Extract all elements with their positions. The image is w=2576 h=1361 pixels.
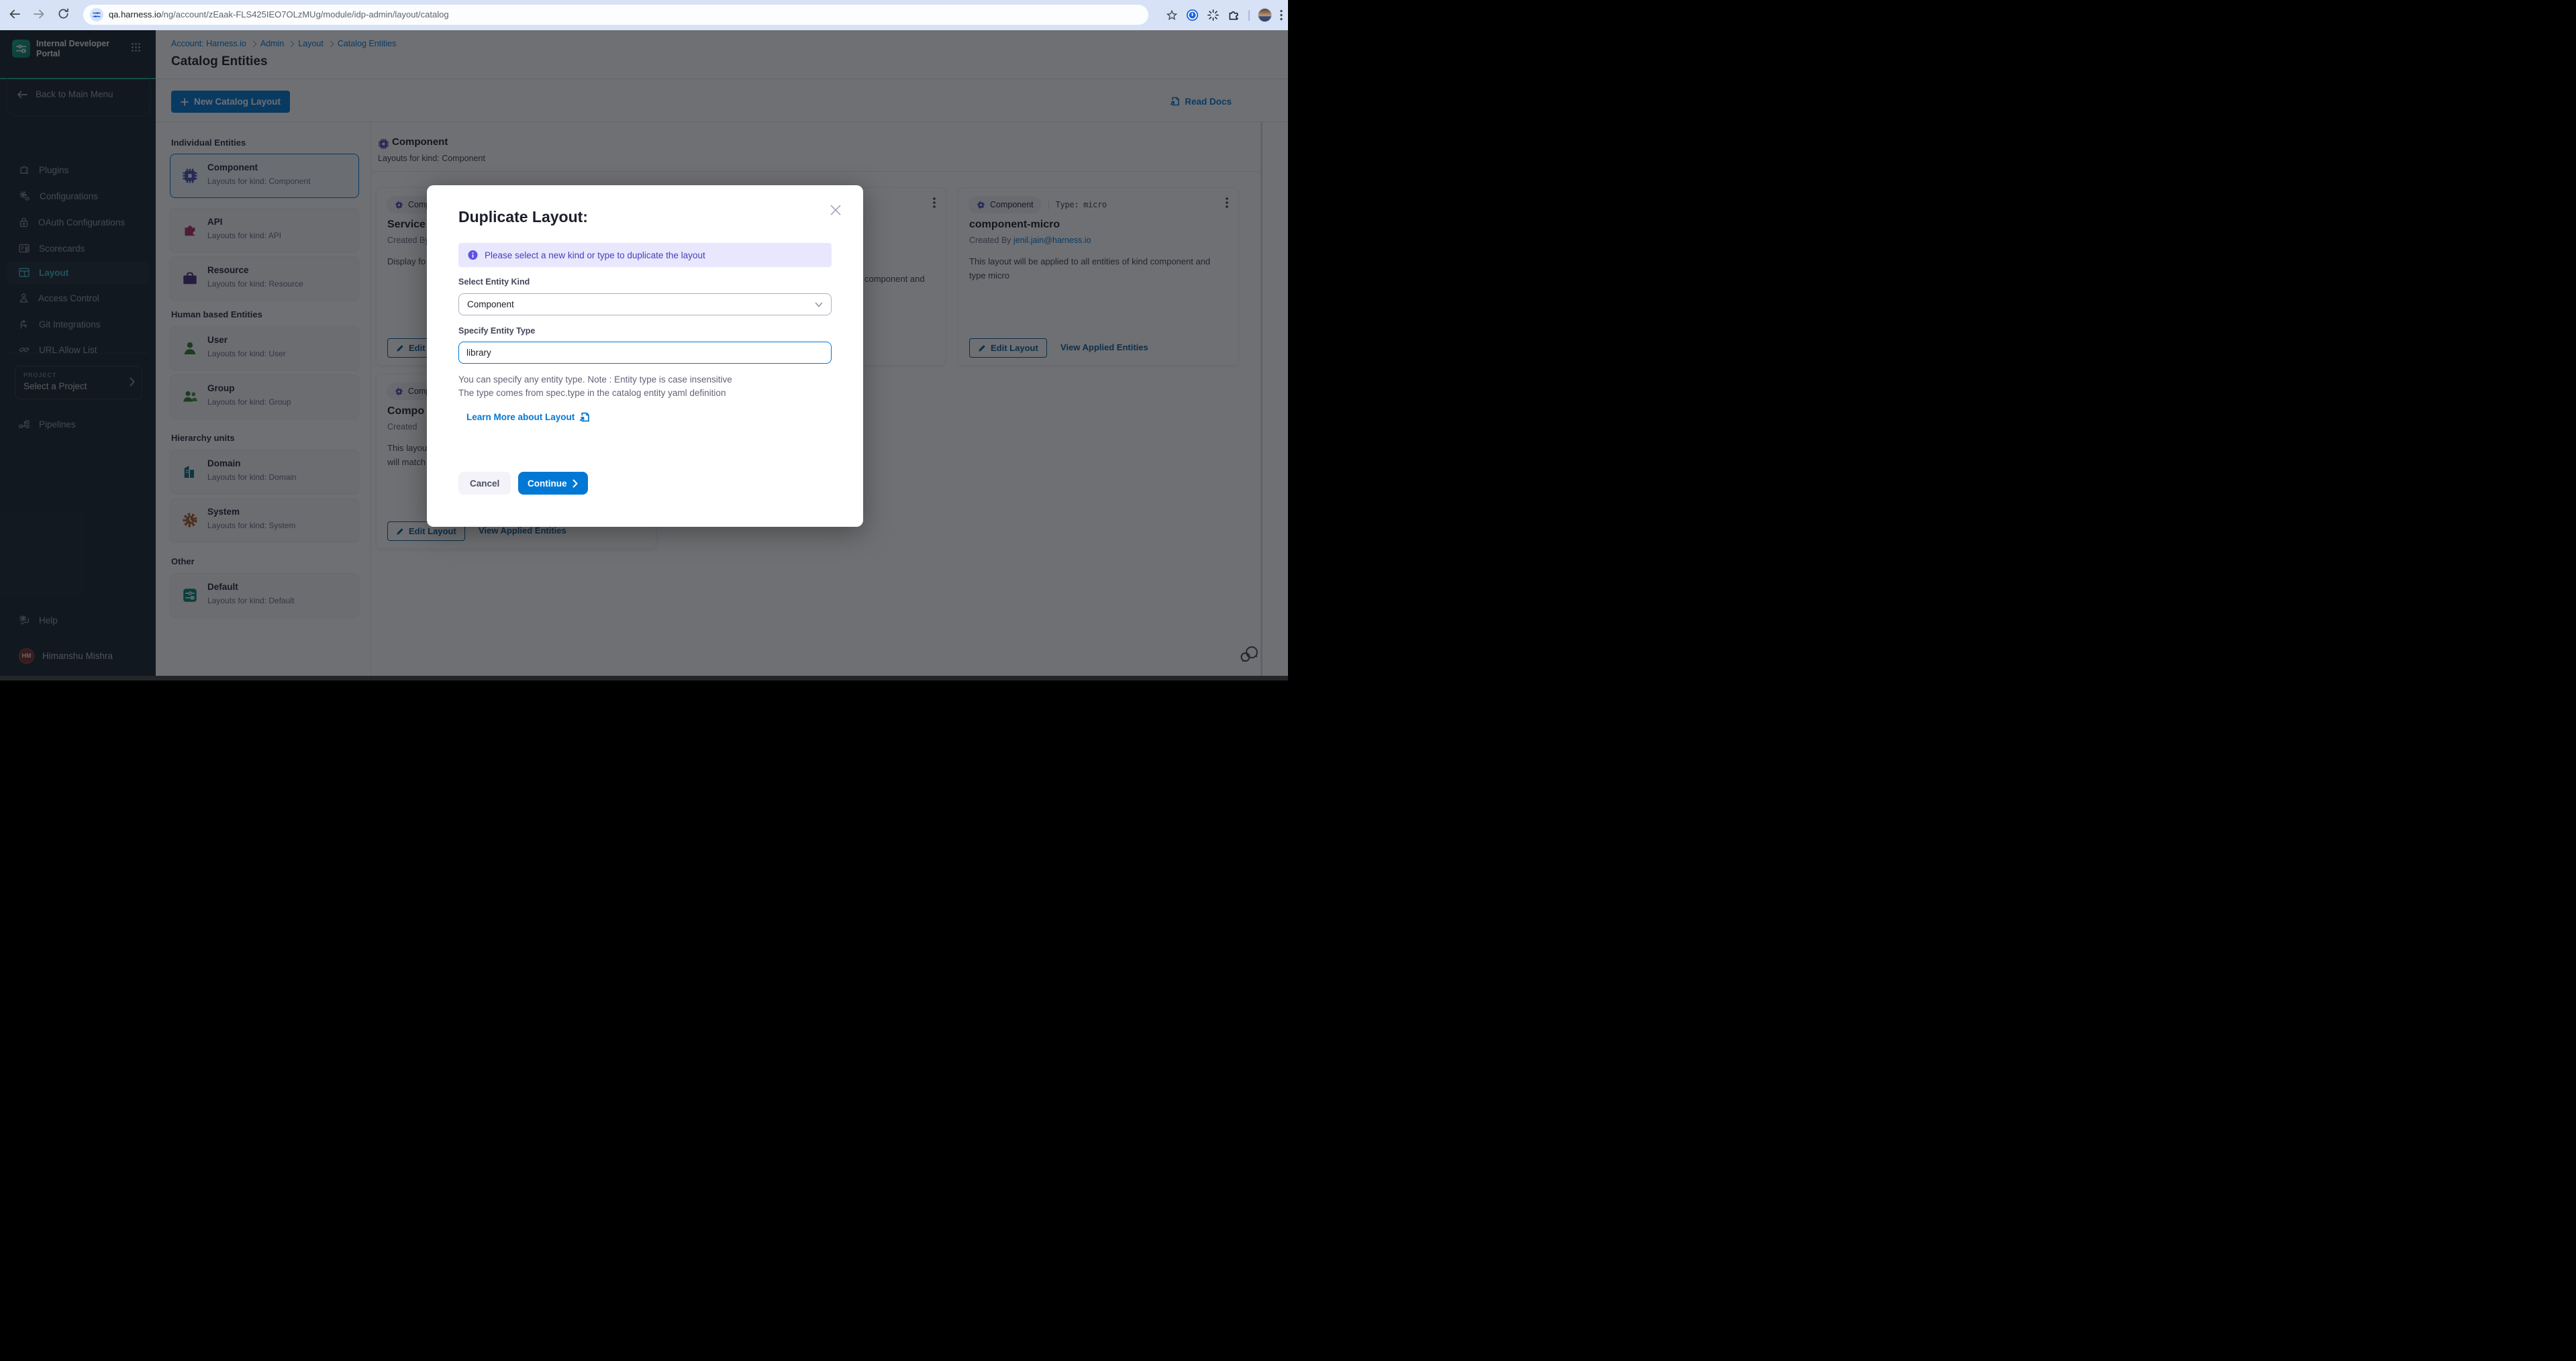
url-text[interactable]: qa.harness.io/ng/account/zEaak-FLS425IEO… <box>109 9 449 19</box>
address-bar[interactable]: qa.harness.io/ng/account/zEaak-FLS425IEO… <box>83 5 1148 25</box>
reload-icon[interactable] <box>57 7 70 20</box>
screen: Internal Developer Portal Back to Main M… <box>0 0 1288 680</box>
doc-external-icon <box>579 411 590 423</box>
cancel-button[interactable]: Cancel <box>458 472 511 495</box>
loading-extension-icon[interactable] <box>1207 9 1220 21</box>
info-banner: Please select a new kind or type to dupl… <box>458 243 832 267</box>
extensions-puzzle-icon[interactable] <box>1228 9 1240 21</box>
type-label: Specify Entity Type <box>458 326 535 336</box>
url-host: qa.harness.io <box>109 9 161 19</box>
helper-line-1: You can specify any entity type. Note : … <box>458 374 732 385</box>
bookmark-star-icon[interactable] <box>1166 9 1178 21</box>
forward-icon[interactable] <box>32 7 46 21</box>
entity-kind-select[interactable]: Component <box>458 293 832 315</box>
info-icon <box>467 250 479 261</box>
chevron-down-icon <box>815 302 823 307</box>
close-icon[interactable] <box>830 204 842 216</box>
window-bottom-edge <box>0 676 1288 680</box>
chevron-right-icon <box>573 479 579 488</box>
divider <box>1248 10 1250 21</box>
browser-chrome: qa.harness.io/ng/account/zEaak-FLS425IEO… <box>0 0 1288 30</box>
duplicate-layout-modal: Duplicate Layout: Please select a new ki… <box>427 185 863 527</box>
helper-line-2: The type comes from spec.type in the cat… <box>458 388 726 398</box>
learn-more-link[interactable]: Learn More about Layout <box>466 411 590 423</box>
site-settings-icon[interactable] <box>90 8 103 21</box>
modal-title: Duplicate Layout: <box>458 208 588 226</box>
continue-button[interactable]: Continue <box>518 472 588 495</box>
browser-menu-kebab-icon[interactable] <box>1280 9 1283 21</box>
kind-label: Select Entity Kind <box>458 277 530 287</box>
onepassword-extension-icon[interactable] <box>1186 9 1199 21</box>
url-path: /ng/account/zEaak-FLS425IEO7OLzMUg/modul… <box>161 9 449 19</box>
browser-profile-avatar[interactable] <box>1258 8 1272 22</box>
entity-type-input[interactable] <box>458 342 832 364</box>
back-icon[interactable] <box>8 7 21 21</box>
